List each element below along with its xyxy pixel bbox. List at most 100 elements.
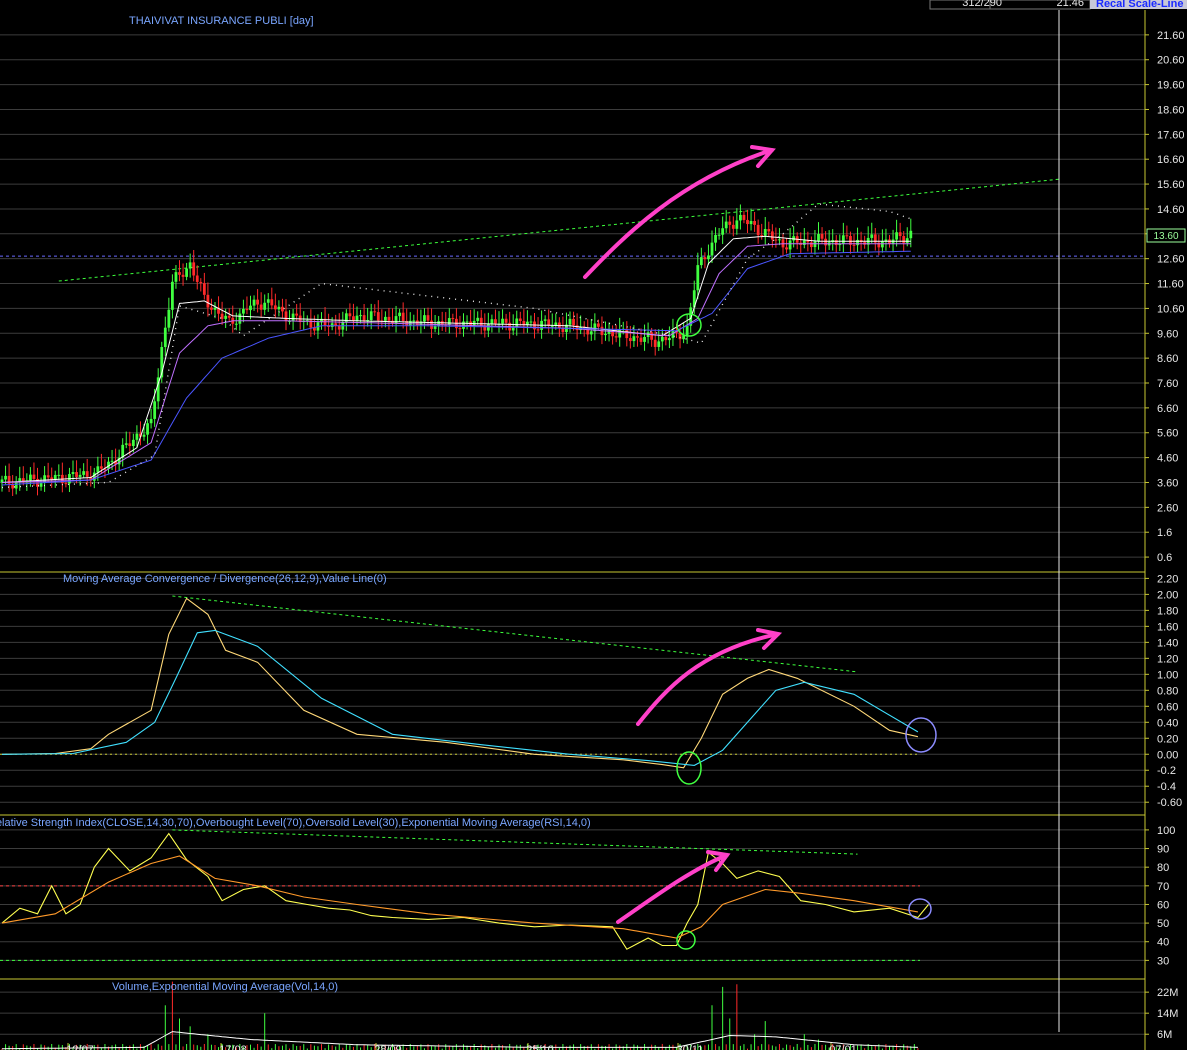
candle-body bbox=[185, 268, 188, 277]
candle-body bbox=[451, 318, 455, 320]
y-tick-label: 17.60 bbox=[1157, 129, 1185, 141]
candle-body bbox=[224, 315, 228, 319]
candle-body bbox=[870, 234, 874, 238]
y-tick-label: 20.60 bbox=[1157, 55, 1185, 67]
candle-body bbox=[408, 320, 412, 326]
y-tick-label: 10.60 bbox=[1157, 303, 1185, 315]
y-tick-label: 22M bbox=[1157, 987, 1178, 999]
candle-body bbox=[227, 315, 231, 318]
price-title: THAIVIVAT INSURANCE PUBLI [day] bbox=[129, 15, 314, 27]
candle-body bbox=[458, 328, 462, 330]
annotations bbox=[583, 145, 937, 950]
candle-body bbox=[636, 336, 639, 338]
y-tick-label: 1.80 bbox=[1157, 605, 1178, 617]
candle-body bbox=[749, 220, 753, 225]
candle-body bbox=[142, 434, 146, 437]
candle-body bbox=[252, 299, 256, 306]
green-circle-macd bbox=[676, 751, 702, 785]
candle-body bbox=[778, 239, 781, 241]
y-tick-label: 18.60 bbox=[1157, 104, 1185, 116]
candle-body bbox=[256, 299, 259, 305]
y-tick-label: 60 bbox=[1157, 899, 1169, 911]
series-line bbox=[1, 243, 911, 483]
y-tick-label: 19.60 bbox=[1157, 80, 1185, 92]
pink-arrow-macd bbox=[636, 628, 783, 726]
y-tick-label: 14M bbox=[1157, 1008, 1178, 1020]
candle-body bbox=[394, 316, 398, 324]
candle-body bbox=[710, 242, 714, 256]
candle-body bbox=[660, 336, 664, 342]
y-tick-label: 0.60 bbox=[1157, 701, 1178, 713]
candle-body bbox=[398, 312, 401, 317]
candle-body bbox=[202, 283, 206, 295]
y-tick-label: 2.60 bbox=[1157, 502, 1178, 514]
candle-body bbox=[476, 317, 480, 321]
candle-body bbox=[856, 239, 859, 246]
candle-body bbox=[206, 294, 210, 308]
candle-body bbox=[625, 328, 629, 339]
candle-body bbox=[121, 444, 125, 458]
candle-body bbox=[668, 338, 671, 341]
trendline bbox=[172, 829, 858, 855]
series-line bbox=[1, 832, 929, 950]
candle-body bbox=[785, 247, 788, 250]
candle-body bbox=[437, 321, 441, 327]
candle-body bbox=[128, 443, 132, 447]
candle-body bbox=[352, 316, 355, 321]
candle-body bbox=[153, 401, 157, 419]
candle-body bbox=[703, 257, 707, 260]
candle-body bbox=[32, 474, 36, 479]
candle-body bbox=[188, 262, 192, 269]
candle-body bbox=[536, 329, 540, 331]
volume-panel: Volume,Exponential Moving Average(Vol,14… bbox=[0, 981, 1178, 1050]
candle-body bbox=[181, 274, 185, 277]
candle-body bbox=[490, 319, 494, 324]
candle-body bbox=[643, 336, 646, 342]
candle-body bbox=[362, 315, 366, 322]
y-tick-label: 4.60 bbox=[1157, 453, 1178, 465]
candle-body bbox=[653, 339, 657, 347]
candle-body bbox=[465, 321, 469, 323]
candle-body bbox=[820, 234, 824, 239]
candle-body bbox=[589, 331, 593, 335]
candle-body bbox=[46, 475, 50, 478]
header-value-a: 312/290 bbox=[962, 0, 1002, 9]
candle-body bbox=[213, 307, 217, 310]
x-tick-label: 12/07 bbox=[66, 1044, 94, 1050]
candle-body bbox=[604, 333, 607, 336]
candle-body bbox=[721, 228, 725, 235]
candle-body bbox=[270, 299, 274, 306]
candle-body bbox=[753, 220, 756, 225]
candle-body bbox=[192, 262, 196, 276]
y-tick-label: 90 bbox=[1157, 844, 1169, 856]
candle-body bbox=[707, 255, 710, 260]
candle-body bbox=[685, 325, 689, 336]
candle-body bbox=[78, 474, 82, 477]
candle-body bbox=[479, 317, 483, 326]
y-tick-label: 21.60 bbox=[1157, 30, 1185, 42]
y-tick-label: -0.2 bbox=[1157, 765, 1176, 777]
y-tick-label: 14.60 bbox=[1157, 204, 1185, 216]
candle-body bbox=[39, 482, 43, 487]
candle-body bbox=[817, 234, 820, 242]
panel-separators bbox=[0, 10, 1146, 1050]
candle-body bbox=[249, 305, 252, 311]
last-price-label: 13.60 bbox=[1153, 231, 1178, 242]
candle-body bbox=[266, 299, 270, 303]
macd-panel: Moving Average Convergence / Divergence(… bbox=[0, 573, 1182, 809]
candle-body bbox=[550, 325, 554, 327]
candle-body bbox=[572, 318, 575, 326]
candle-body bbox=[724, 221, 728, 229]
candle-body bbox=[135, 433, 139, 440]
candle-body bbox=[628, 338, 632, 342]
y-tick-label: 80 bbox=[1157, 862, 1169, 874]
x-tick-label: 25/10 bbox=[526, 1044, 554, 1050]
candle-body bbox=[902, 236, 906, 243]
candle-body bbox=[639, 337, 643, 342]
rsi-panel: Relative Strength Index(CLOSE,14,30,70),… bbox=[0, 817, 1175, 967]
candle-body bbox=[234, 323, 238, 325]
candle-body bbox=[163, 327, 167, 348]
recal-scale-label[interactable]: Recal Scale-Line bbox=[1096, 0, 1183, 10]
y-tick-label: 11.60 bbox=[1157, 279, 1184, 291]
trendline bbox=[58, 178, 1060, 282]
